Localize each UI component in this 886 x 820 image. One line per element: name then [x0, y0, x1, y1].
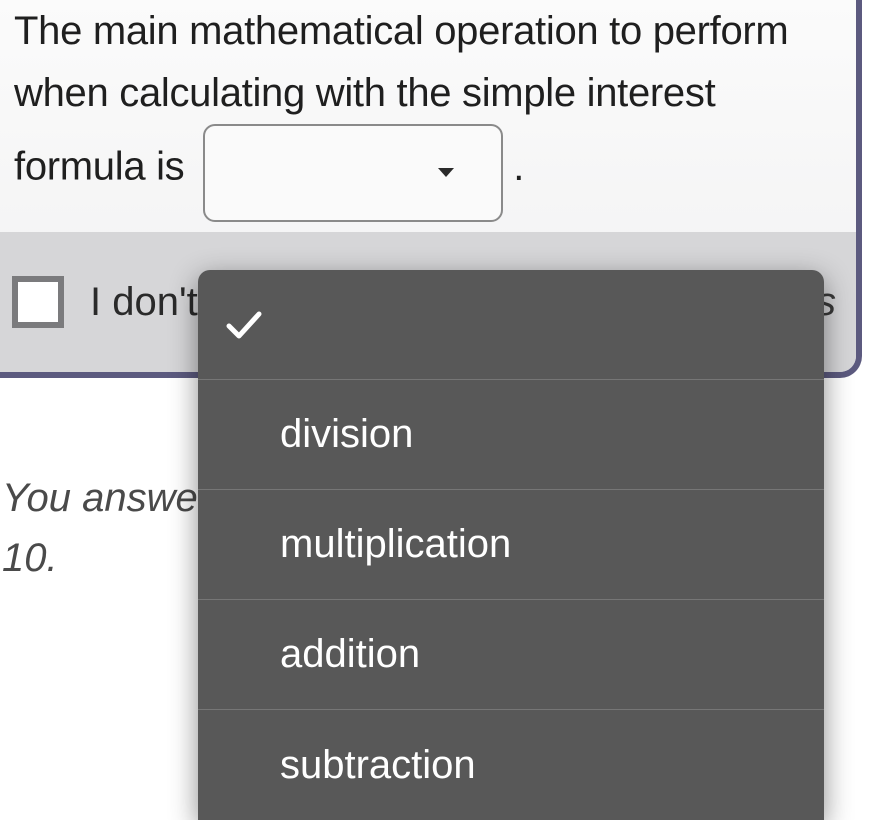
dropdown-option-multiplication[interactable]: multiplication	[198, 490, 824, 600]
dont-know-checkbox[interactable]	[12, 276, 64, 328]
question-text: The main mathematical operation to perfo…	[0, 0, 856, 232]
answer-select[interactable]	[203, 124, 503, 222]
dropdown-option-division[interactable]: division	[198, 380, 824, 490]
dropdown-option-label: addition	[280, 632, 420, 677]
dropdown-option-empty[interactable]	[198, 270, 824, 380]
answered-line1: You answe	[2, 476, 198, 520]
dropdown-option-label: subtraction	[280, 743, 476, 788]
question-text-after: .	[513, 145, 524, 189]
dropdown-option-subtraction[interactable]: subtraction	[198, 710, 824, 820]
check-icon	[226, 310, 262, 340]
dropdown-option-label: multiplication	[280, 522, 511, 567]
select-dropdown-menu: division multiplication addition subtrac…	[198, 270, 824, 820]
answered-line2: 10.	[2, 536, 58, 580]
chevron-down-icon	[437, 167, 455, 179]
dropdown-option-addition[interactable]: addition	[198, 600, 824, 710]
answered-status-text: You answe o 10.	[0, 468, 198, 588]
dropdown-option-label: division	[280, 412, 413, 457]
